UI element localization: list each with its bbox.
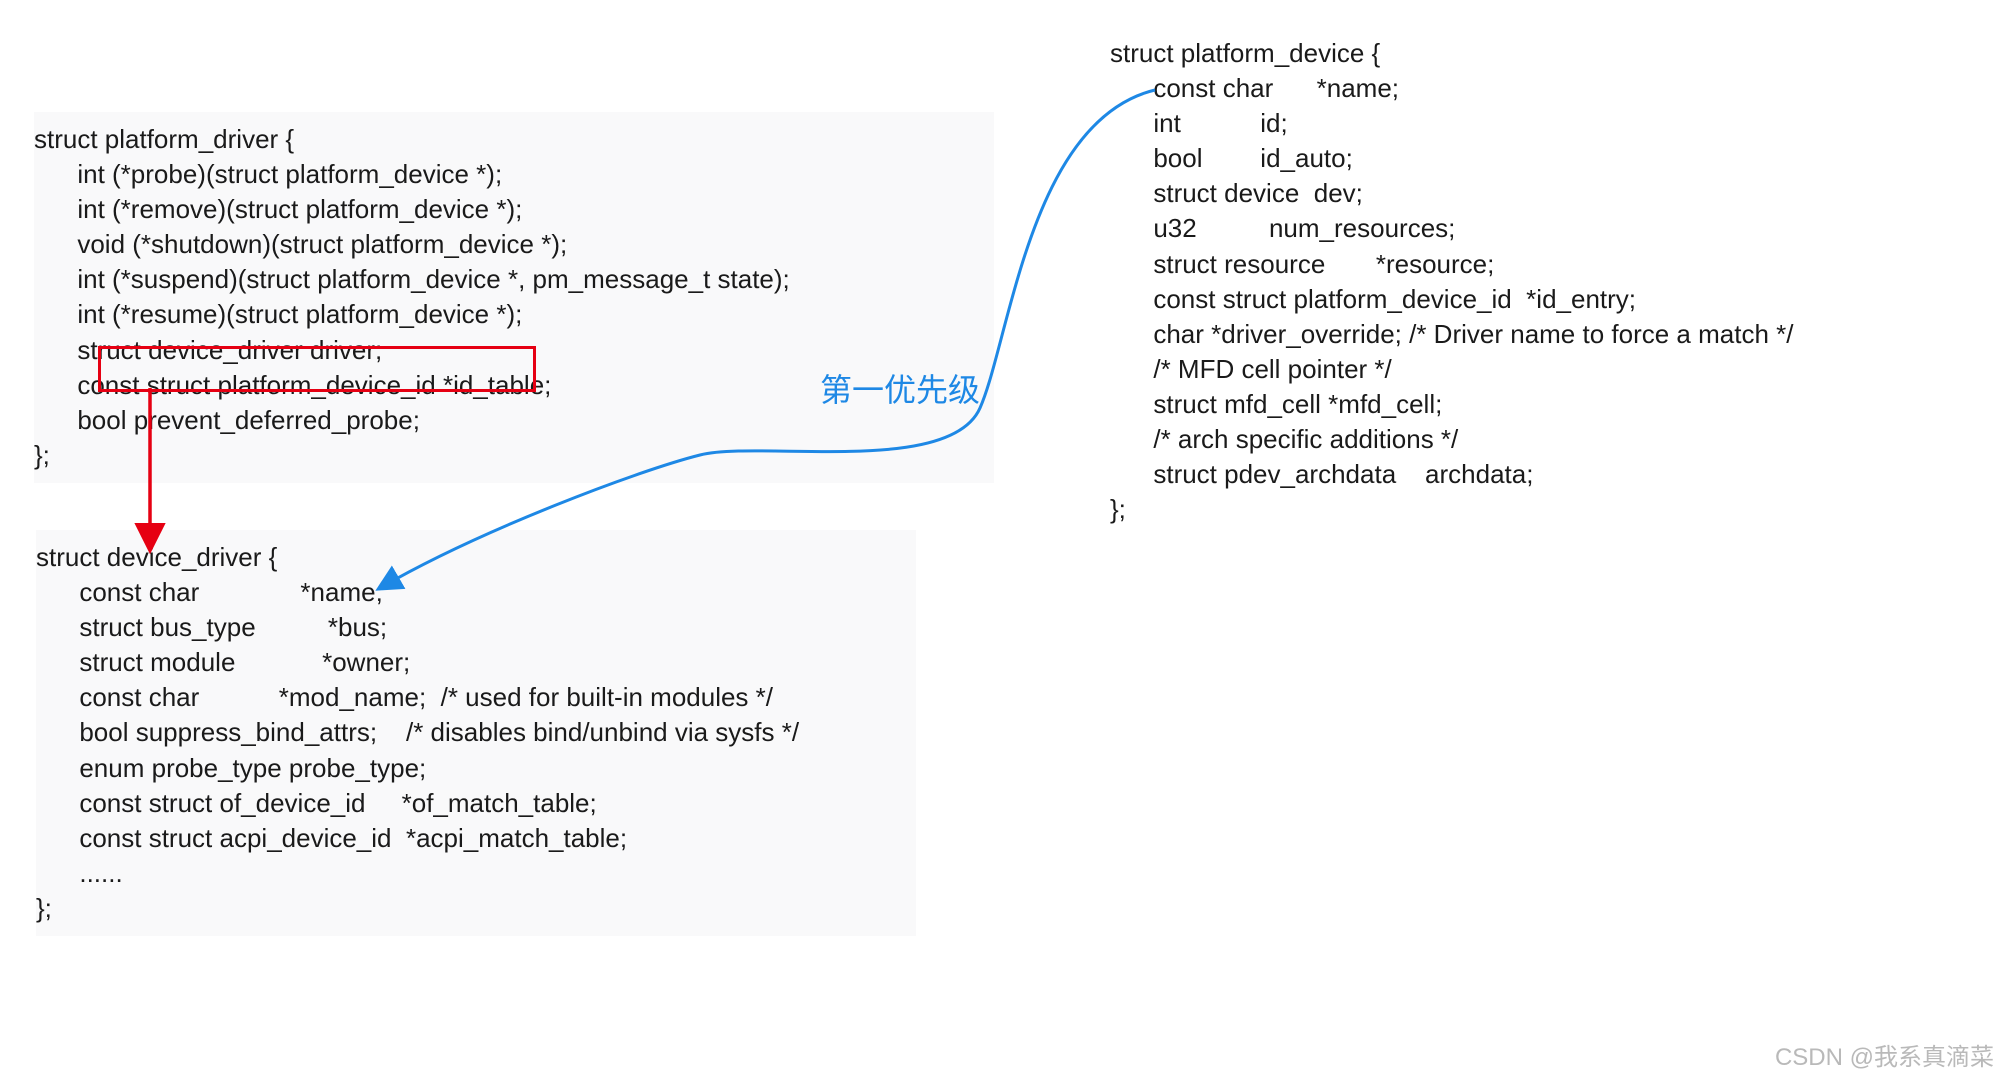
code-line: struct device_driver driver;: [34, 333, 994, 368]
code-block-platform-driver: struct platform_driver { int (*probe)(st…: [34, 112, 994, 483]
code-line: struct mfd_cell *mfd_cell;: [1110, 387, 1990, 422]
code-line: bool suppress_bind_attrs; /* disables bi…: [36, 715, 916, 750]
code-line: struct platform_driver {: [34, 122, 994, 157]
code-line: struct platform_device {: [1110, 36, 1990, 71]
code-line: bool id_auto;: [1110, 141, 1990, 176]
code-line: ......: [36, 856, 916, 891]
code-block-platform-device: struct platform_device { const char *nam…: [1110, 26, 1990, 537]
code-line: char *driver_override; /* Driver name to…: [1110, 317, 1990, 352]
code-line: int (*probe)(struct platform_device *);: [34, 157, 994, 192]
code-line: enum probe_type probe_type;: [36, 751, 916, 786]
code-line: };: [36, 891, 916, 926]
code-line: int (*remove)(struct platform_device *);: [34, 192, 994, 227]
code-line: const struct platform_device_id *id_tabl…: [34, 368, 994, 403]
code-line: };: [1110, 492, 1990, 527]
code-line: /* arch specific additions */: [1110, 422, 1990, 457]
code-line: int id;: [1110, 106, 1990, 141]
code-line: const char *name;: [1110, 71, 1990, 106]
code-line: const char *name;: [36, 575, 916, 610]
code-line: bool prevent_deferred_probe;: [34, 403, 994, 438]
code-line: struct resource *resource;: [1110, 247, 1990, 282]
code-line: struct device dev;: [1110, 176, 1990, 211]
code-line: void (*shutdown)(struct platform_device …: [34, 227, 994, 262]
code-line: struct bus_type *bus;: [36, 610, 916, 645]
code-line: /* MFD cell pointer */: [1110, 352, 1990, 387]
code-line: u32 num_resources;: [1110, 211, 1990, 246]
code-line: const char *mod_name; /* used for built-…: [36, 680, 916, 715]
code-line: int (*resume)(struct platform_device *);: [34, 297, 994, 332]
code-line: struct pdev_archdata archdata;: [1110, 457, 1990, 492]
code-line: };: [34, 438, 994, 473]
code-line: struct device_driver {: [36, 540, 916, 575]
code-line: struct module *owner;: [36, 645, 916, 680]
code-line: int (*suspend)(struct platform_device *,…: [34, 262, 994, 297]
code-block-device-driver: struct device_driver { const char *name;…: [36, 530, 916, 936]
code-line: const struct acpi_device_id *acpi_match_…: [36, 821, 916, 856]
watermark-text: CSDN @我系真滴菜: [1775, 1037, 1994, 1072]
code-line: const struct of_device_id *of_match_tabl…: [36, 786, 916, 821]
code-line: const struct platform_device_id *id_entr…: [1110, 282, 1990, 317]
